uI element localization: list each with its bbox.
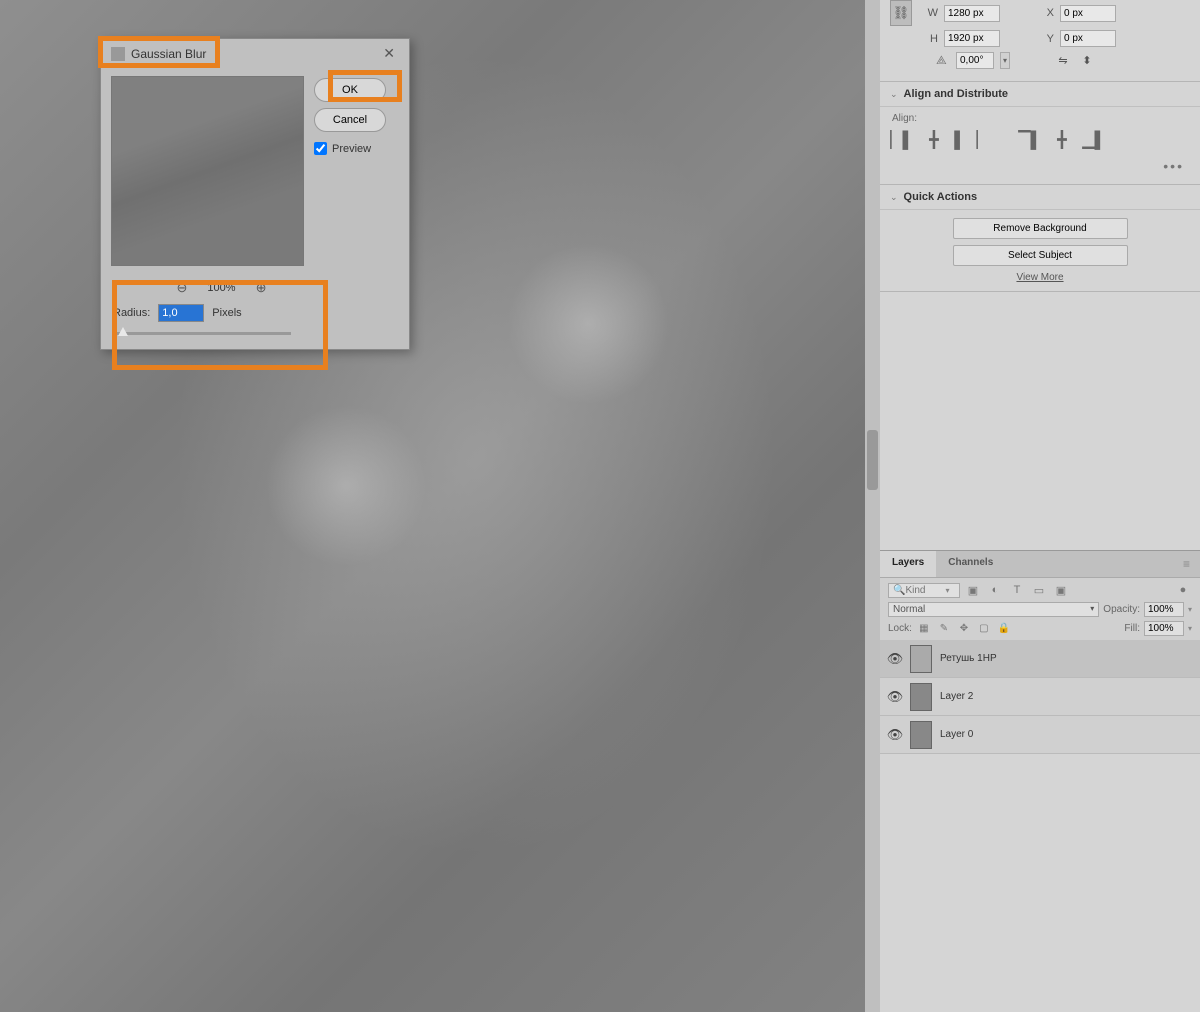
bottom-spacer: [880, 754, 1200, 1012]
radius-slider[interactable]: [113, 332, 291, 335]
layer-name: Layer 2: [940, 691, 973, 702]
layer-row[interactable]: 👁 Layer 0: [880, 716, 1200, 754]
h-label: H: [924, 33, 938, 45]
cancel-button[interactable]: Cancel: [314, 108, 386, 132]
tab-layers[interactable]: Layers: [880, 551, 936, 577]
flip-vertical-icon[interactable]: ⬍: [1078, 51, 1096, 69]
close-icon[interactable]: ✕: [379, 45, 399, 62]
panel-spacer: [880, 292, 1200, 550]
chevron-down-icon: ⌄: [890, 192, 898, 203]
align-label: Align:: [892, 113, 1188, 124]
height-input[interactable]: [944, 30, 1000, 47]
zoom-percent: 100%: [207, 282, 235, 294]
filter-smart-icon[interactable]: ▣: [1052, 582, 1070, 598]
ok-button[interactable]: OK: [314, 78, 386, 102]
gaussian-blur-dialog: Gaussian Blur ✕ OK Cancel Preview ⊖ 100%…: [100, 38, 410, 350]
layers-panel: Layers Channels ≡ 🔍 ▾ ▣ ◐ T ▭ ▣ ● Normal: [880, 550, 1200, 754]
layer-row[interactable]: 👁 Layer 2: [880, 678, 1200, 716]
quick-actions-header[interactable]: ⌄ Quick Actions: [880, 185, 1200, 210]
panel-tabs: Layers Channels ≡: [880, 551, 1200, 578]
dialog-icon: [111, 47, 125, 61]
width-input[interactable]: [944, 5, 1000, 22]
align-right-icon[interactable]: ▌▕: [956, 130, 976, 150]
zoom-out-icon[interactable]: ⊖: [177, 280, 188, 296]
y-input[interactable]: [1060, 30, 1116, 47]
filter-adjust-icon[interactable]: ◐: [986, 582, 1004, 598]
preview-label: Preview: [332, 143, 371, 155]
angle-icon: ⟁: [936, 53, 950, 68]
radius-section: Radius: Pixels: [101, 296, 409, 349]
filter-type-icon[interactable]: T: [1008, 582, 1026, 598]
x-label: X: [1040, 7, 1054, 19]
search-icon: 🔍: [893, 585, 905, 596]
remove-background-button[interactable]: Remove Background: [953, 218, 1128, 239]
tab-channels[interactable]: Channels: [936, 551, 1005, 577]
align-left-icon[interactable]: ▏▌: [892, 130, 912, 150]
preview-checkbox-row[interactable]: Preview: [314, 142, 386, 155]
panel-menu-icon[interactable]: ≡: [1173, 551, 1200, 577]
fill-input[interactable]: [1144, 621, 1184, 636]
filter-pixel-icon[interactable]: ▣: [964, 582, 982, 598]
opacity-label: Opacity:: [1103, 604, 1140, 615]
w-label: W: [924, 7, 938, 19]
angle-input[interactable]: [956, 52, 994, 69]
align-section: Align: ▏▌ ╋ ▌▕ ▔▌ ╋ ▁▌ •••: [880, 107, 1200, 185]
radius-label: Radius:: [113, 307, 150, 319]
link-wh-icon[interactable]: ⛓: [890, 0, 912, 26]
select-subject-button[interactable]: Select Subject: [953, 245, 1128, 266]
dialog-title: Gaussian Blur: [131, 47, 379, 61]
kind-input[interactable]: [905, 585, 945, 596]
angle-dropdown[interactable]: ▾: [1000, 52, 1010, 69]
align-more-icon[interactable]: •••: [892, 158, 1188, 174]
lock-label: Lock:: [888, 623, 912, 634]
align-section-header[interactable]: ⌄ Align and Distribute: [880, 82, 1200, 107]
align-top-icon[interactable]: ▔▌: [1020, 130, 1040, 150]
vertical-scrollbar[interactable]: [865, 0, 880, 1012]
dialog-titlebar[interactable]: Gaussian Blur ✕: [101, 39, 409, 68]
layer-list: 👁 Ретушь 1HP 👁 Layer 2 👁 Layer 0: [880, 640, 1200, 754]
layer-name: Layer 0: [940, 729, 973, 740]
align-bottom-icon[interactable]: ▁▌: [1084, 130, 1104, 150]
opacity-input[interactable]: [1144, 602, 1184, 617]
fill-label: Fill:: [1124, 623, 1140, 634]
align-center-h-icon[interactable]: ╋: [924, 130, 944, 150]
align-center-v-icon[interactable]: ╋: [1052, 130, 1072, 150]
layer-thumbnail[interactable]: [910, 645, 932, 673]
visibility-icon[interactable]: 👁: [880, 651, 910, 667]
lock-position-icon[interactable]: ✥: [956, 622, 972, 636]
layer-name: Ретушь 1HP: [940, 653, 997, 664]
preview-checkbox[interactable]: [314, 142, 327, 155]
radius-input[interactable]: [158, 304, 204, 322]
blend-mode-value: Normal: [893, 604, 925, 615]
quick-actions-title: Quick Actions: [904, 191, 978, 203]
lock-brush-icon[interactable]: ✎: [936, 622, 952, 636]
filter-preview[interactable]: [111, 76, 304, 266]
lock-artboard-icon[interactable]: ▢: [976, 622, 992, 636]
filter-shape-icon[interactable]: ▭: [1030, 582, 1048, 598]
layer-kind-filter[interactable]: 🔍 ▾: [888, 583, 960, 598]
x-input[interactable]: [1060, 5, 1116, 22]
right-panel: ⛓ W X H Y ⟁ ▾ ⇋ ⬍ ⌄ Align and Distribute: [880, 0, 1200, 1012]
view-more-link[interactable]: View More: [892, 272, 1188, 283]
layers-controls: 🔍 ▾ ▣ ◐ T ▭ ▣ ● Normal ▾ Opacity: ▾: [880, 578, 1200, 640]
visibility-icon[interactable]: 👁: [880, 689, 910, 705]
lock-transparent-icon[interactable]: ▦: [916, 622, 932, 636]
filter-toggle-icon[interactable]: ●: [1174, 582, 1192, 598]
layer-row[interactable]: 👁 Ретушь 1HP: [880, 640, 1200, 678]
quick-actions-section: Remove Background Select Subject View Mo…: [880, 210, 1200, 292]
y-label: Y: [1040, 33, 1054, 45]
lock-all-icon[interactable]: 🔒: [996, 622, 1012, 636]
scrollbar-thumb[interactable]: [867, 430, 878, 490]
layer-thumbnail[interactable]: [910, 683, 932, 711]
chevron-down-icon: ⌄: [890, 89, 898, 100]
zoom-in-icon[interactable]: ⊕: [256, 280, 267, 296]
layer-thumbnail[interactable]: [910, 721, 932, 749]
align-title: Align and Distribute: [904, 88, 1009, 100]
visibility-icon[interactable]: 👁: [880, 727, 910, 743]
slider-thumb[interactable]: [118, 327, 128, 336]
radius-unit: Pixels: [212, 307, 241, 319]
blend-mode-select[interactable]: Normal ▾: [888, 602, 1099, 617]
flip-horizontal-icon[interactable]: ⇋: [1054, 51, 1072, 69]
transform-panel: ⛓ W X H Y ⟁ ▾ ⇋ ⬍: [880, 0, 1200, 82]
